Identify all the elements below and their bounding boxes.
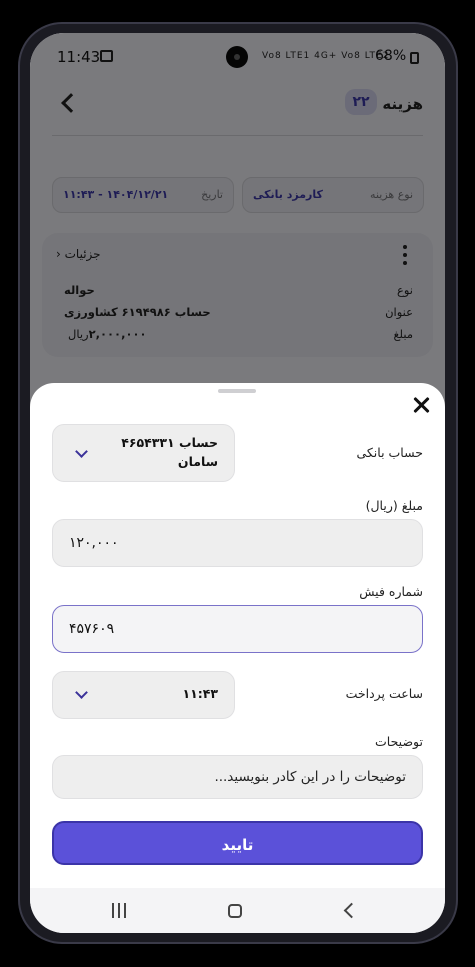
status-bar: 11:43 Vo8 LTE1 4G+ Vo8 LTE2 68% bbox=[30, 33, 445, 81]
network-indicators: Vo8 LTE1 4G+ Vo8 LTE2 bbox=[262, 51, 390, 61]
detail-value: ۲,۰۰۰,۰۰۰ریال bbox=[64, 327, 147, 341]
detail-label: نوع bbox=[396, 283, 413, 297]
details-link[interactable]: جزئیات ‹ bbox=[56, 247, 101, 261]
amount-number: ۲,۰۰۰,۰۰۰ bbox=[88, 327, 147, 341]
bank-account-dropdown[interactable]: حساب ۴۶۵۴۳۳۱ سامان bbox=[52, 424, 235, 482]
count-badge: ۲۲ bbox=[345, 89, 377, 115]
details-link-label: جزئیات bbox=[64, 247, 101, 261]
background-page: ۲۲ هزینه نوع هزینه کارمزد بانکی تاریخ ۱۴… bbox=[30, 81, 445, 416]
front-camera bbox=[226, 46, 248, 68]
description-input[interactable]: توضیحات را در این کادر بنویسید... bbox=[52, 755, 423, 799]
amount-label: مبلغ (ریال) bbox=[365, 498, 423, 513]
battery-level: 68% bbox=[375, 48, 407, 64]
bottom-sheet: حساب بانکی حساب ۴۶۵۴۳۳۱ سامان مبلغ (ریال… bbox=[30, 383, 445, 888]
bank-account-line1: حساب ۴۶۵۴۳۳۱ bbox=[121, 435, 218, 450]
amount-unit: ریال bbox=[68, 327, 89, 341]
chevron-down-icon bbox=[75, 686, 88, 699]
detail-row-title: عنوان حساب ۶۱۹۴۹۸۶ کشاورزی bbox=[56, 305, 413, 323]
expense-type-field[interactable]: نوع هزینه کارمزد بانکی bbox=[242, 177, 424, 213]
date-field[interactable]: تاریخ ۱۴۰۴/۱۲/۲۱ - ۱۱:۴۳ bbox=[52, 177, 234, 213]
receipt-number-label: شماره فیش bbox=[359, 584, 423, 599]
sheet-handle[interactable] bbox=[218, 389, 256, 393]
bank-account-line2: سامان bbox=[177, 454, 218, 469]
page-title: هزینه bbox=[382, 95, 423, 113]
expense-type-label: نوع هزینه bbox=[370, 188, 413, 201]
detail-row-amount: مبلغ ۲,۰۰۰,۰۰۰ریال bbox=[56, 327, 413, 345]
navigation-bar bbox=[30, 888, 445, 933]
battery-icon bbox=[410, 52, 419, 64]
gallery-icon bbox=[100, 50, 113, 62]
detail-label: عنوان bbox=[385, 305, 413, 319]
confirm-button[interactable]: تایید bbox=[52, 821, 423, 865]
back-nav-icon[interactable] bbox=[343, 902, 360, 919]
screen: 11:43 Vo8 LTE1 4G+ Vo8 LTE2 68% ۲۲ هزینه… bbox=[30, 33, 445, 933]
detail-row-type: نوع حواله bbox=[56, 283, 413, 301]
detail-value: حواله bbox=[64, 283, 95, 297]
payment-time-value: ۱۱:۴۳ bbox=[182, 686, 218, 701]
chevron-down-icon bbox=[75, 445, 88, 458]
description-label: توضیحات bbox=[375, 734, 423, 749]
recents-icon[interactable] bbox=[112, 903, 128, 918]
close-icon[interactable] bbox=[411, 395, 431, 415]
status-time: 11:43 bbox=[57, 48, 101, 66]
amount-input[interactable]: ۱۲۰,۰۰۰ bbox=[52, 519, 423, 567]
payment-time-label: ساعت پرداخت bbox=[345, 686, 423, 701]
date-value: ۱۴۰۴/۱۲/۲۱ - ۱۱:۴۳ bbox=[63, 188, 169, 201]
page-header: ۲۲ هزینه bbox=[30, 81, 445, 131]
home-icon[interactable] bbox=[228, 904, 242, 918]
date-label: تاریخ bbox=[201, 188, 223, 201]
expense-type-value: کارمزد بانکی bbox=[253, 188, 323, 201]
detail-label: مبلغ bbox=[393, 327, 413, 341]
more-options-icon[interactable] bbox=[403, 245, 407, 265]
detail-value: حساب ۶۱۹۴۹۸۶ کشاورزی bbox=[64, 305, 211, 319]
receipt-number-input[interactable]: ۴۵۷۶۰۹ bbox=[52, 605, 423, 653]
payment-time-dropdown[interactable]: ۱۱:۴۳ bbox=[52, 671, 235, 719]
bank-account-label: حساب بانکی bbox=[356, 445, 423, 460]
details-card: جزئیات ‹ نوع حواله عنوان حساب ۶۱۹۴۹۸۶ کش… bbox=[42, 233, 433, 357]
header-divider bbox=[52, 135, 423, 136]
back-arrow-icon[interactable] bbox=[61, 93, 81, 113]
